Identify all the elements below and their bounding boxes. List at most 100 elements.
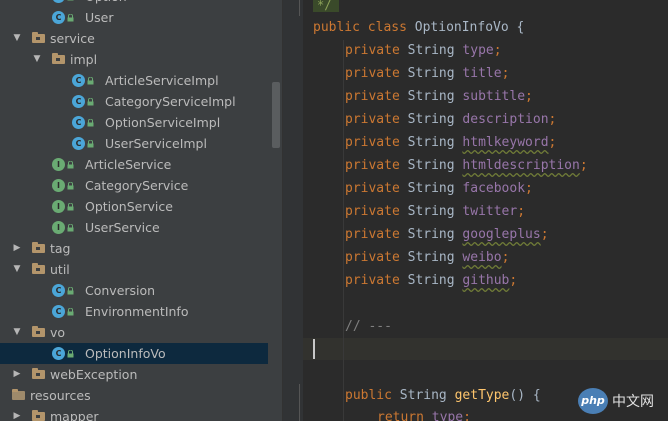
class-icon: C	[52, 347, 65, 360]
lock-icon	[67, 203, 74, 211]
tree-row-label: OptionServiceImpl	[105, 115, 221, 130]
collapse-arrow-icon[interactable]: ▶	[12, 364, 22, 385]
tree-row[interactable]: ▶ tag	[0, 238, 268, 259]
tree-row[interactable]: I UserService	[0, 217, 268, 238]
semicolon: ;	[517, 204, 526, 219]
tree-row-label: OptionInfoVo	[85, 346, 166, 361]
method-parens: ()	[509, 388, 526, 403]
tree-row[interactable]: ▼ impl	[0, 49, 268, 70]
fold-marker[interactable]	[299, 0, 300, 16]
lock-icon	[67, 287, 74, 295]
tree-row[interactable]: C User	[0, 7, 268, 28]
tree-row[interactable]: C CategoryServiceImpl	[0, 91, 268, 112]
tree-row-label: service	[50, 31, 95, 46]
fold-marker[interactable]	[299, 384, 300, 421]
tree-scrollbar[interactable]	[270, 0, 282, 421]
tree-row[interactable]: I OptionService	[0, 196, 268, 217]
tree-row[interactable]: C OptionServiceImpl	[0, 112, 268, 133]
field-name: htmldescription	[462, 158, 580, 173]
tree-row-label: CategoryServiceImpl	[105, 94, 236, 109]
tree-row[interactable]: C ArticleServiceImpl	[0, 70, 268, 91]
class-icon: C	[72, 137, 85, 150]
field-name: twitter	[462, 204, 518, 219]
tree-row[interactable]: resources	[0, 385, 268, 406]
expand-arrow-icon[interactable]: ▼	[32, 49, 42, 70]
semicolon: ;	[501, 66, 510, 81]
tree-row[interactable]: C EnvironmentInfo	[0, 301, 268, 322]
expand-arrow-icon[interactable]: ▼	[12, 322, 22, 343]
field-name: subtitle	[462, 89, 526, 104]
field-declaration: private String title;	[345, 62, 509, 85]
field-modifier: private	[345, 204, 400, 219]
lock-icon	[87, 98, 94, 106]
tree-row[interactable]: I ArticleService	[0, 154, 268, 175]
tree-row-label: CategoryService	[85, 178, 189, 193]
tree-row[interactable]: ▼ util	[0, 259, 268, 280]
tree-scrollbar-thumb[interactable]	[272, 82, 280, 148]
field-modifier: private	[345, 135, 400, 150]
open-brace: {	[516, 20, 525, 35]
field-type: String	[407, 204, 455, 219]
tree-row-label: EnvironmentInfo	[85, 304, 189, 319]
tree-row[interactable]: C UserServiceImpl	[0, 133, 268, 154]
field-modifier: private	[345, 227, 400, 242]
package-folder-icon	[52, 53, 65, 64]
text-caret	[313, 339, 315, 359]
field-name: htmlkeyword	[462, 135, 549, 150]
class-icon: C	[52, 305, 65, 318]
tree-row[interactable]: ▶ mapper	[0, 406, 268, 421]
lock-icon	[87, 119, 94, 127]
field-declaration: private String subtitle;	[345, 85, 533, 108]
watermark-logo: php	[578, 388, 608, 414]
tree-row[interactable]: C Conversion	[0, 280, 268, 301]
semicolon: ;	[540, 227, 549, 242]
lock-icon	[67, 161, 74, 169]
interface-icon: I	[52, 200, 65, 213]
expand-arrow-icon[interactable]: ▼	[12, 259, 22, 280]
interface-icon: I	[52, 179, 65, 192]
semicolon: ;	[579, 158, 588, 173]
method-open-brace: {	[532, 388, 541, 403]
field-declaration: private String weibo;	[345, 246, 509, 269]
current-line-highlight	[303, 338, 668, 360]
field-declaration: private String facebook;	[345, 177, 533, 200]
field-name: type	[462, 43, 494, 58]
collapse-arrow-icon[interactable]: ▶	[12, 406, 22, 421]
tree-row[interactable]: ▼ service	[0, 28, 268, 49]
tree-row[interactable]: C Option	[0, 0, 268, 7]
method-declaration: public String getType() {	[345, 384, 541, 407]
collapse-arrow-icon[interactable]: ▶	[12, 238, 22, 259]
tree-row[interactable]: I CategoryService	[0, 175, 268, 196]
editor-gutter	[283, 0, 303, 421]
watermark: php 中文网	[578, 388, 666, 418]
tree-row-label: impl	[70, 52, 98, 67]
class-icon: C	[72, 116, 85, 129]
tree-row-label: vo	[50, 325, 66, 340]
project-tree: COptionCUser▼service▼implCArticleService…	[0, 0, 282, 421]
tree-row-label: Option	[85, 0, 127, 7]
tree-row-label: OptionService	[85, 199, 173, 214]
field-name: title	[462, 66, 502, 81]
semicolon: ;	[548, 112, 557, 127]
method-modifier: public	[345, 388, 392, 403]
tree-row-label: mapper	[50, 409, 99, 421]
field-type: String	[407, 43, 455, 58]
tree-row[interactable]: ▶ webException	[0, 364, 268, 385]
tree-row[interactable]: ▼ vo	[0, 322, 268, 343]
method-name: getType	[454, 388, 510, 403]
tree-row-label: ArticleService	[85, 157, 172, 172]
class-icon: C	[52, 284, 65, 297]
lock-icon	[67, 224, 74, 232]
expand-arrow-icon[interactable]: ▼	[12, 28, 22, 49]
semicolon: ;	[525, 89, 533, 104]
tree-row[interactable]: C OptionInfoVo	[0, 343, 268, 364]
interface-icon: I	[52, 158, 65, 171]
lock-icon	[87, 77, 94, 85]
code-editor[interactable]: */ public class OptionInfoVo { private S…	[303, 0, 668, 421]
tree-row-label: resources	[30, 388, 91, 403]
package-folder-icon	[32, 326, 45, 337]
tree-row-label: webException	[50, 367, 138, 382]
lock-icon	[67, 308, 74, 316]
field-type: String	[407, 158, 455, 173]
semicolon: ;	[509, 273, 518, 288]
